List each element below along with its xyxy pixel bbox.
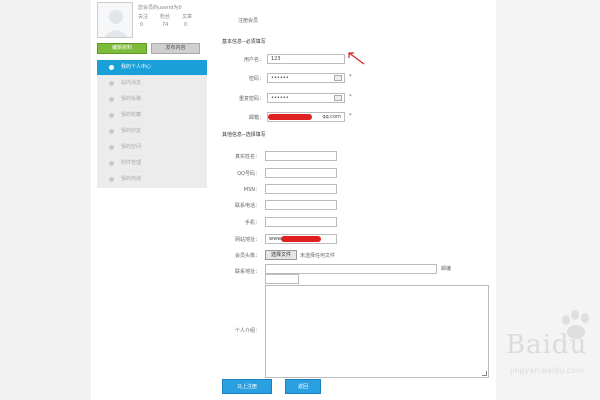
stat-value-fans: 74 bbox=[162, 22, 169, 28]
sidebar-item-label: 附件管理 bbox=[121, 160, 142, 166]
sidebar-menu: 我的个人中心 站内消息 我的投稿 我的收藏 我的好友 我的空间 附件管理 我的商… bbox=[97, 60, 207, 188]
sidebar-item-label: 站内消息 bbox=[121, 80, 142, 86]
password-label: 密码： bbox=[248, 76, 264, 82]
sidebar-item-submissions[interactable]: 我的投稿 bbox=[97, 92, 207, 108]
email-redaction bbox=[268, 114, 312, 120]
intro-textarea[interactable] bbox=[265, 285, 489, 378]
avatar-upload-label: 会员头像： bbox=[234, 253, 260, 259]
sidebar-item-attachments[interactable]: 附件管理 bbox=[97, 156, 207, 172]
postcode-label: 邮编 bbox=[441, 266, 452, 272]
home-icon bbox=[109, 145, 114, 150]
sidebar-item-space[interactable]: 我的空间 bbox=[97, 140, 207, 156]
keyboard-icon[interactable] bbox=[334, 75, 342, 81]
sidebar-item-shop[interactable]: 我的商城 bbox=[97, 172, 207, 188]
stat-value-follow: 0 bbox=[140, 22, 144, 28]
basic-info-heading: 基本信息--必须填写 bbox=[222, 39, 266, 45]
publish-content-button[interactable]: 发布内容 bbox=[151, 43, 200, 54]
password-mask: •••••• bbox=[271, 75, 289, 81]
red-arrow-icon bbox=[348, 52, 365, 65]
star-icon bbox=[109, 113, 114, 118]
stat-label-follow: 关注 bbox=[138, 14, 149, 20]
back-button[interactable]: 返回 bbox=[285, 379, 321, 394]
required-mark: * bbox=[349, 74, 352, 80]
choose-file-button[interactable]: 选择文件 bbox=[265, 250, 297, 260]
sidebar-item-label: 我的收藏 bbox=[121, 112, 142, 118]
resize-handle-icon[interactable] bbox=[482, 371, 487, 376]
document-icon bbox=[109, 97, 114, 102]
address-field[interactable] bbox=[265, 264, 437, 274]
realname-field[interactable] bbox=[265, 151, 337, 161]
password-field[interactable]: •••••• bbox=[267, 73, 345, 83]
watermark-url: jingyan.baidu.com bbox=[510, 366, 584, 375]
avatar-placeholder-icon bbox=[104, 10, 128, 37]
stat-label-fans: 粉丝 bbox=[160, 14, 171, 20]
attachment-icon bbox=[109, 161, 114, 166]
message-icon bbox=[109, 81, 114, 86]
msn-field[interactable] bbox=[265, 184, 337, 194]
sidebar-item-messages[interactable]: 站内消息 bbox=[97, 76, 207, 92]
confirm-password-label: 重复密码： bbox=[238, 96, 264, 102]
username-field[interactable]: 123 bbox=[267, 54, 345, 64]
register-now-button[interactable]: 马上注册 bbox=[222, 379, 272, 394]
confirm-password-field[interactable]: •••••• bbox=[267, 93, 345, 103]
cart-icon bbox=[109, 177, 114, 182]
keyboard-icon[interactable] bbox=[334, 95, 342, 101]
qq-field[interactable] bbox=[265, 168, 337, 178]
user-greeting: 您会员的userid为0 bbox=[138, 5, 182, 11]
page-title: 注册会员 bbox=[238, 18, 259, 24]
stat-label-articles: 文章 bbox=[182, 14, 193, 20]
sidebar-item-label: 我的商城 bbox=[121, 176, 142, 182]
address-label: 联系地址： bbox=[234, 269, 260, 275]
sidebar-item-label: 我的好友 bbox=[121, 128, 142, 134]
qq-label: QQ号码： bbox=[237, 171, 260, 177]
email-label: 邮箱： bbox=[248, 115, 264, 121]
website-redaction bbox=[281, 236, 321, 242]
required-mark: * bbox=[349, 94, 352, 100]
sidebar-item-label: 我的个人中心 bbox=[121, 64, 152, 70]
msn-label: MSN： bbox=[243, 187, 260, 193]
website-label: 网站地址： bbox=[234, 237, 260, 243]
left-margin bbox=[0, 0, 91, 400]
sidebar-item-friends[interactable]: 我的好友 bbox=[97, 124, 207, 140]
edit-profile-button[interactable]: 编辑资料 bbox=[97, 43, 147, 54]
sidebar-item-label: 我的投稿 bbox=[121, 96, 142, 102]
postcode-field[interactable] bbox=[265, 274, 299, 284]
stat-value-articles: 0 bbox=[184, 22, 188, 28]
friends-icon bbox=[109, 129, 114, 134]
mobile-label: 手机： bbox=[244, 220, 260, 226]
other-info-heading: 其他信息--选择填写 bbox=[222, 132, 266, 138]
password-mask: •••••• bbox=[271, 95, 289, 101]
avatar bbox=[97, 2, 133, 38]
sidebar-item-personal-center[interactable]: 我的个人中心 bbox=[97, 60, 207, 76]
user-icon bbox=[109, 65, 114, 70]
username-label: 用户名： bbox=[243, 57, 264, 63]
intro-label: 个人介绍： bbox=[234, 328, 260, 334]
realname-label: 真实姓名： bbox=[234, 154, 260, 160]
required-mark: * bbox=[349, 113, 352, 119]
watermark-logo: Baidu bbox=[506, 330, 588, 360]
file-status: 未选择任何文件 bbox=[300, 253, 336, 259]
baidu-watermark: Baidu jingyan.baidu.com bbox=[506, 310, 596, 380]
mobile-field[interactable] bbox=[265, 217, 337, 227]
sidebar-item-label: 我的空间 bbox=[121, 144, 142, 150]
phone-label: 联系电话： bbox=[234, 203, 260, 209]
phone-field[interactable] bbox=[265, 200, 337, 210]
sidebar-item-favorites[interactable]: 我的收藏 bbox=[97, 108, 207, 124]
